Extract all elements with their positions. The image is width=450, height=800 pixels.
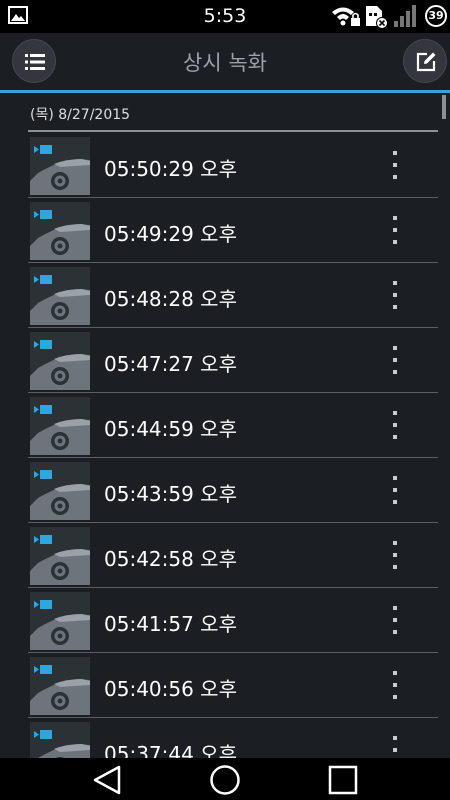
more-options-icon[interactable] bbox=[380, 472, 410, 508]
app-bar: 상시 녹화 bbox=[0, 33, 450, 93]
list-item[interactable]: 05:48:28 오후 bbox=[0, 263, 450, 328]
more-options-icon[interactable] bbox=[380, 147, 410, 183]
more-options-icon[interactable] bbox=[380, 602, 410, 638]
video-thumbnail[interactable] bbox=[30, 722, 90, 758]
list-item[interactable]: 05:43:59 오후 bbox=[0, 458, 450, 523]
dashcam-thumbnail-icon bbox=[30, 397, 90, 455]
recording-time: 05:44:59 오후 bbox=[104, 417, 237, 441]
sim-blocked-icon bbox=[366, 6, 388, 29]
dashcam-thumbnail-icon bbox=[30, 267, 90, 325]
dashcam-thumbnail-icon bbox=[30, 332, 90, 390]
more-options-icon[interactable] bbox=[380, 212, 410, 248]
list-item[interactable]: 05:40:56 오후 bbox=[0, 653, 450, 718]
list-rows: 05:50:29 오후 05:49:29 오후 05:48:28 오후 05:47:2… bbox=[0, 133, 450, 758]
recording-time: 05:49:29 오후 bbox=[104, 222, 237, 246]
home-icon[interactable] bbox=[209, 764, 241, 796]
dashcam-thumbnail-icon bbox=[30, 657, 90, 715]
video-thumbnail[interactable] bbox=[30, 332, 90, 390]
screen: 5:53 39 상시 녹화 (목) 8/27/2015 05:50:29 오후 … bbox=[0, 0, 450, 800]
video-thumbnail[interactable] bbox=[30, 462, 90, 520]
video-thumbnail[interactable] bbox=[30, 527, 90, 585]
recording-list[interactable]: (목) 8/27/2015 05:50:29 오후 05:49:29 오후 05:4… bbox=[0, 93, 450, 758]
recording-time: 05:47:27 오후 bbox=[104, 352, 237, 376]
scrollbar[interactable] bbox=[442, 95, 446, 119]
recording-time: 05:50:29 오후 bbox=[104, 157, 237, 181]
list-item[interactable]: 05:47:27 오후 bbox=[0, 328, 450, 393]
more-options-icon[interactable] bbox=[380, 537, 410, 573]
more-options-icon[interactable] bbox=[380, 342, 410, 378]
video-thumbnail[interactable] bbox=[30, 657, 90, 715]
list-item[interactable]: 05:44:59 오후 bbox=[0, 393, 450, 458]
video-thumbnail[interactable] bbox=[30, 397, 90, 455]
video-thumbnail[interactable] bbox=[30, 267, 90, 325]
date-header: (목) 8/27/2015 bbox=[30, 107, 131, 123]
recording-time: 05:41:57 오후 bbox=[104, 612, 237, 636]
battery-icon: 39 bbox=[425, 5, 447, 27]
recording-time: 05:37:44 오후 bbox=[104, 742, 237, 758]
recording-time: 05:40:56 오후 bbox=[104, 677, 237, 701]
dashcam-thumbnail-icon bbox=[30, 202, 90, 260]
video-thumbnail[interactable] bbox=[30, 202, 90, 260]
dashcam-thumbnail-icon bbox=[30, 722, 90, 758]
edit-button[interactable] bbox=[403, 39, 447, 83]
list-item[interactable]: 05:41:57 오후 bbox=[0, 588, 450, 653]
navigation-bar bbox=[0, 758, 450, 800]
video-thumbnail[interactable] bbox=[30, 592, 90, 650]
recording-time: 05:43:59 오후 bbox=[104, 482, 237, 506]
dashcam-thumbnail-icon bbox=[30, 527, 90, 585]
list-item[interactable]: 05:50:29 오후 bbox=[0, 133, 450, 198]
status-bar: 5:53 39 bbox=[0, 0, 450, 33]
list-item[interactable]: 05:49:29 오후 bbox=[0, 198, 450, 263]
wifi-lock-icon bbox=[332, 7, 360, 26]
signal-icon bbox=[394, 5, 416, 27]
date-divider bbox=[28, 130, 438, 132]
list-item[interactable]: 05:37:44 오후 bbox=[0, 718, 450, 758]
dashcam-thumbnail-icon bbox=[30, 137, 90, 195]
more-options-icon[interactable] bbox=[380, 407, 410, 443]
recording-time: 05:42:58 오후 bbox=[104, 547, 237, 571]
video-thumbnail[interactable] bbox=[30, 137, 90, 195]
edit-icon bbox=[416, 52, 436, 72]
page-title: 상시 녹화 bbox=[183, 51, 267, 75]
dashcam-thumbnail-icon bbox=[30, 462, 90, 520]
back-icon[interactable] bbox=[92, 764, 122, 796]
list-item[interactable]: 05:42:58 오후 bbox=[0, 523, 450, 588]
recents-icon[interactable] bbox=[328, 765, 358, 795]
more-options-icon[interactable] bbox=[380, 277, 410, 313]
more-options-icon[interactable] bbox=[380, 667, 410, 703]
dashcam-thumbnail-icon bbox=[30, 592, 90, 650]
recording-time: 05:48:28 오후 bbox=[104, 287, 237, 311]
more-options-icon[interactable] bbox=[380, 732, 410, 758]
